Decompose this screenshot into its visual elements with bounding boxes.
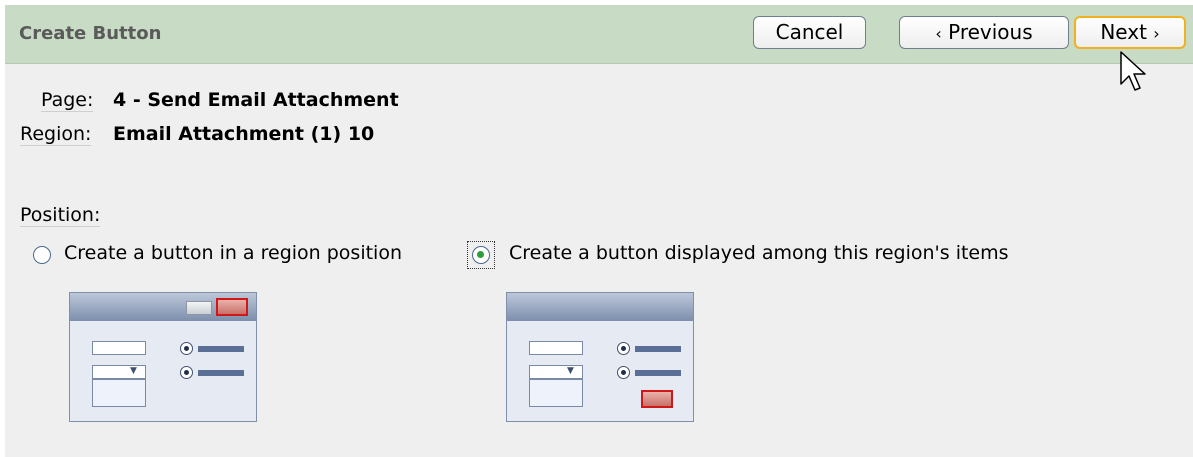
option-region-position-label: Create a button in a region position: [64, 242, 402, 264]
illustration-title-bar: [507, 293, 693, 321]
illustration-text-field: [529, 341, 583, 355]
illustration-highlighted-button: [216, 298, 248, 316]
illustration-line: [198, 370, 244, 376]
region-position-illustration: ▼: [69, 292, 257, 422]
chevron-left-icon: ‹: [935, 24, 942, 43]
illustration-text-field: [92, 341, 146, 355]
illustration-textarea: [92, 379, 146, 407]
illustration-radio-icon: [180, 342, 193, 355]
illustration-line: [198, 346, 244, 352]
cancel-button[interactable]: Cancel: [753, 16, 866, 49]
next-button-label: Next: [1100, 20, 1147, 44]
illustration-radio-icon: [180, 366, 193, 379]
cancel-button-label: Cancel: [775, 20, 844, 44]
illustration-select-field: [529, 365, 583, 379]
illustration-radio-icon: [617, 366, 630, 379]
chevron-right-icon: ›: [1153, 24, 1160, 43]
page-label: Page:: [41, 89, 94, 112]
dropdown-arrow-icon: ▼: [567, 366, 574, 376]
previous-button-label: Previous: [948, 20, 1033, 44]
region-label: Region:: [20, 123, 92, 146]
dropdown-arrow-icon: ▼: [130, 366, 137, 376]
radio-region-position[interactable]: [33, 246, 51, 264]
illustration-radio-icon: [617, 342, 630, 355]
among-items-illustration: ▼: [506, 292, 694, 422]
illustration-line: [635, 346, 681, 352]
illustration-line: [635, 370, 681, 376]
previous-button[interactable]: ‹ Previous: [899, 16, 1069, 49]
illustration-grey-button: [186, 301, 212, 315]
region-value: Email Attachment (1) 10: [113, 123, 375, 145]
mouse-cursor-icon: [1120, 51, 1146, 91]
illustration-select-field: [92, 365, 146, 379]
next-button[interactable]: Next ›: [1074, 16, 1186, 49]
radio-among-items[interactable]: [472, 246, 490, 264]
page-value: 4 - Send Email Attachment: [113, 89, 399, 111]
position-label: Position:: [20, 204, 101, 227]
page-title: Create Button: [19, 23, 162, 44]
option-among-items-label: Create a button displayed among this reg…: [509, 242, 1009, 264]
illustration-textarea: [529, 379, 583, 407]
illustration-highlighted-button: [641, 390, 673, 408]
